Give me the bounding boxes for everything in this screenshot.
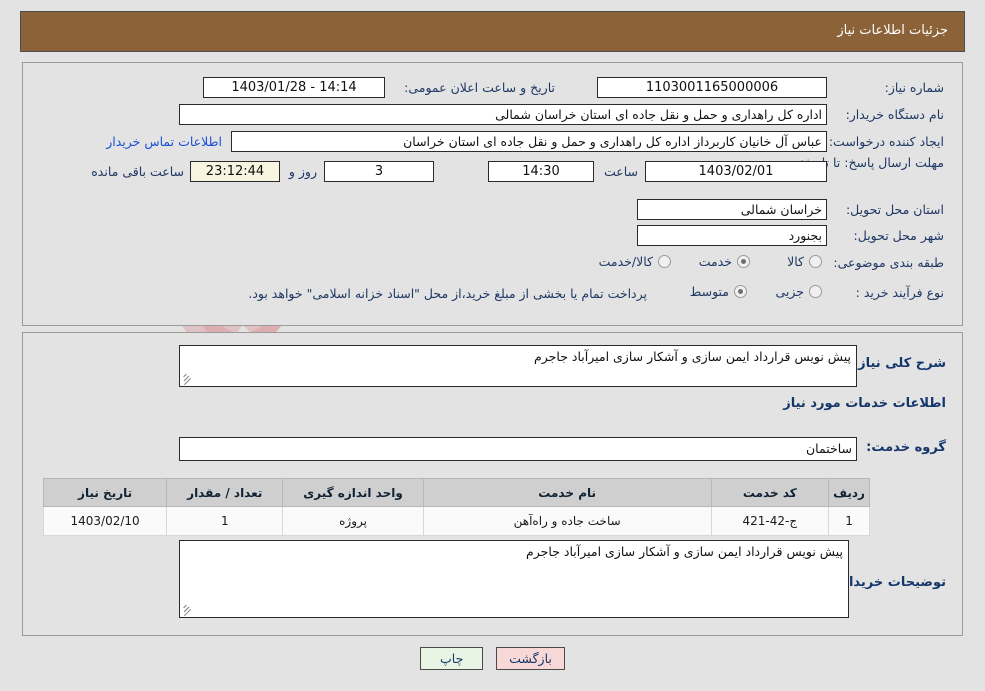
delivery-city-label: شهر محل تحویل:	[853, 228, 944, 243]
deadline-time-field: 14:30	[488, 161, 594, 182]
deadline-days-label: روز و	[288, 164, 317, 179]
cell-unit: پروژه	[282, 506, 424, 536]
col-need-date: تاریخ نیاز	[42, 478, 168, 507]
col-index: ردیف	[828, 478, 870, 507]
purchase-type-row: نوع فرآیند خرید :	[856, 285, 944, 300]
delivery-province-field: خراسان شمالی	[637, 199, 827, 220]
buyer-notes-row: توضیحات خریدار:	[836, 575, 946, 590]
purchase-type-option-motavaset-label: متوسط	[689, 284, 729, 299]
service-group-row: گروه خدمت:	[866, 440, 946, 455]
delivery-city-row: شهر محل تحویل:	[854, 228, 944, 243]
purchase-type-option-jozei[interactable]: جزیی	[775, 284, 822, 299]
back-button[interactable]: بازگشت	[496, 647, 565, 670]
cell-qty: 1	[166, 506, 284, 536]
need-number-row: شماره نیاز:	[885, 80, 944, 95]
buyer-notes-value: پیش نویس قرارداد ایمن سازی و آشکار سازی …	[526, 544, 843, 559]
delivery-city-field: بجنورد	[637, 225, 827, 246]
deadline-countdown-label: ساعت باقی مانده	[91, 164, 184, 179]
buyer-org-row: نام دستگاه خریدار:	[846, 107, 944, 122]
radio-icon-jozei[interactable]	[809, 285, 822, 298]
cell-name: ساخت جاده و راه‌آهن	[422, 506, 712, 536]
general-desc-value: پیش نویس قرارداد ایمن سازی و آشکار سازی …	[534, 349, 851, 364]
cell-index: 1	[828, 506, 870, 536]
delivery-province-label: استان محل تحویل:	[845, 202, 944, 217]
deadline-label: مهلت ارسال پاسخ: تا تاریخ:	[799, 155, 944, 170]
cell-code: ج-42-421	[710, 506, 830, 536]
print-button[interactable]: چاپ	[420, 647, 484, 670]
service-group-field[interactable]: ساختمان	[179, 437, 857, 461]
public-announce-label: تاریخ و ساعت اعلان عمومی:	[404, 80, 555, 95]
need-number-field: 1103001165000006	[597, 77, 827, 98]
general-desc-textarea[interactable]: پیش نویس قرارداد ایمن سازی و آشکار سازی …	[179, 345, 857, 387]
page-title: جزئیات اطلاعات نیاز	[837, 23, 948, 38]
deadline-countdown-field: 23:12:44	[190, 161, 280, 182]
resize-grip-icon[interactable]	[182, 604, 194, 617]
subject-class-option-kala-khedmat-label: کالا/خدمت	[598, 254, 653, 269]
radio-icon-kala-khedmat[interactable]	[658, 255, 671, 268]
col-unit: واحد اندازه گیری	[282, 478, 424, 507]
subject-class-option-kala[interactable]: کالا	[787, 254, 822, 269]
page-header: جزئیات اطلاعات نیاز	[20, 11, 965, 52]
buyer-org-label: نام دستگاه خریدار:	[845, 107, 944, 122]
purchase-type-option-motavaset[interactable]: متوسط	[690, 284, 747, 299]
purchase-type-option-jozei-label: جزیی	[775, 284, 804, 299]
subject-class-option-kala-label: کالا	[787, 254, 804, 269]
resize-grip-icon[interactable]	[182, 373, 194, 386]
buyer-contact-link[interactable]: اطلاعات تماس خریدار	[106, 134, 222, 149]
col-name: نام خدمت	[422, 478, 712, 507]
delivery-province-row: استان محل تحویل:	[846, 202, 944, 217]
deadline-time-label: ساعت	[603, 164, 638, 179]
subject-class-option-khedmat-label: خدمت	[698, 254, 732, 269]
cell-need-date: 1403/02/10	[42, 506, 168, 536]
buyer-notes-label: توضیحات خریدار:	[836, 575, 946, 590]
subject-class-label: طبقه بندی موضوعی:	[833, 255, 944, 270]
purchase-type-label: نوع فرآیند خرید :	[855, 285, 944, 300]
general-desc-row: شرح کلی نیاز:	[853, 356, 946, 371]
deadline-days-field: 3	[324, 161, 434, 182]
col-code: کد خدمت	[710, 478, 830, 507]
radio-icon-kala[interactable]	[809, 255, 822, 268]
services-section-title: اطلاعات خدمات مورد نیاز	[783, 396, 946, 411]
buyer-notes-textarea[interactable]: پیش نویس قرارداد ایمن سازی و آشکار سازی …	[179, 540, 849, 618]
buyer-org-field: اداره کل راهداری و حمل و نقل جاده ای است…	[179, 104, 827, 125]
deadline-date-field: 1403/02/01	[645, 161, 827, 182]
requester-label: ایجاد کننده درخواست:	[828, 134, 944, 149]
radio-icon-khedmat[interactable]	[737, 255, 750, 268]
public-announce-field: 1403/01/28 - 14:14	[203, 77, 385, 98]
service-group-label: گروه خدمت:	[866, 440, 946, 455]
subject-class-row: طبقه بندی موضوعی:	[833, 255, 944, 270]
col-qty: تعداد / مقدار	[166, 478, 284, 507]
general-desc-label: شرح کلی نیاز:	[852, 356, 946, 371]
subject-class-option-khedmat[interactable]: خدمت	[699, 254, 750, 269]
public-announce-row: تاریخ و ساعت اعلان عمومی:	[404, 80, 555, 95]
services-table: ردیف کد خدمت نام خدمت واحد اندازه گیری ت…	[42, 478, 870, 536]
need-info-panel: شماره نیاز: 1103001165000006 تاریخ و ساع…	[22, 62, 963, 326]
purchase-type-note: پرداخت تمام یا بخشی از مبلغ خرید،از محل …	[248, 286, 647, 301]
subject-class-option-kala-khedmat[interactable]: کالا/خدمت	[599, 254, 671, 269]
need-number-label: شماره نیاز:	[884, 80, 944, 95]
footer-actions: بازگشت چاپ	[0, 647, 985, 670]
requester-row: ایجاد کننده درخواست:	[829, 134, 944, 149]
table-header-row: ردیف کد خدمت نام خدمت واحد اندازه گیری ت…	[42, 478, 870, 507]
radio-icon-motavaset[interactable]	[734, 285, 747, 298]
table-row: 1 ج-42-421 ساخت جاده و راه‌آهن پروژه 1 1…	[42, 506, 870, 536]
requester-field: عباس آل خانیان کاربرداز اداره کل راهداری…	[231, 131, 827, 152]
